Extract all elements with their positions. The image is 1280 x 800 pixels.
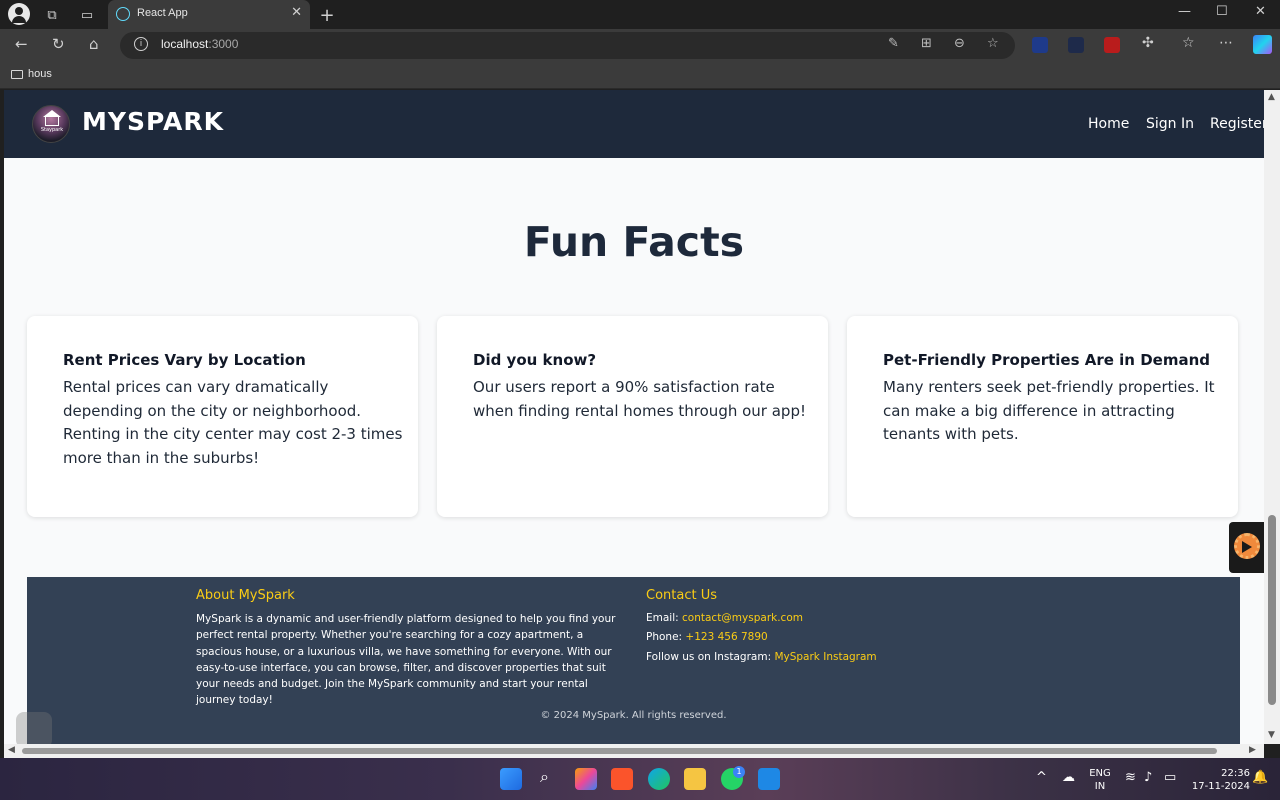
notification-bell-icon[interactable]: 🔔 [1252,770,1268,785]
search-icon[interactable]: ⌕ [540,767,549,787]
tab-title: React App [137,7,188,19]
copilot-icon[interactable] [1253,35,1272,54]
pen-icon[interactable]: ✎ [888,36,899,51]
workspaces-icon[interactable]: ⧉ [41,4,63,26]
browser-tab[interactable]: React App ✕ [108,0,310,29]
chevron-up-icon[interactable]: ^ [1036,770,1047,785]
folder-icon [11,70,23,79]
scroll-right-icon[interactable]: ▶ [1249,745,1256,755]
site-header: Staypark MYSPARK Home Sign In Register [4,90,1264,158]
tab-actions-icon[interactable]: ▭ [76,4,98,26]
scroll-up-icon[interactable]: ▲ [1268,92,1275,102]
site-footer: About MySpark MySpark is a dynamic and u… [27,577,1240,744]
scroll-left-icon[interactable]: ◀ [8,745,15,755]
side-widget-icon[interactable] [16,712,52,748]
address-text: localhost:3000 [161,37,239,51]
contact-heading: Contact Us [646,588,717,603]
close-window-icon[interactable]: ✕ [1255,4,1266,19]
wifi-icon[interactable]: ≋ [1125,770,1136,785]
clock-time[interactable]: 22:36 [1188,768,1250,779]
site-info-icon[interactable]: i [134,37,148,51]
address-bar[interactable]: i localhost:3000 ✎ ⊞ ⊖ ☆ [120,32,1015,59]
copilot-taskbar-icon[interactable] [575,768,597,790]
language-code[interactable]: ENG [1088,768,1112,779]
fact-card-title: Pet-Friendly Properties Are in Demand [883,351,1210,369]
nav-sign-in-link[interactable]: Sign In [1146,116,1194,132]
fact-card-text: Rental prices can vary dramatically depe… [63,378,403,467]
region-code[interactable]: IN [1088,781,1112,792]
fact-card-text: Our users report a 90% satisfaction rate… [473,378,806,420]
site-logo[interactable]: Staypark [32,105,70,143]
house-icon [45,116,59,126]
scroll-down-icon[interactable]: ▼ [1268,730,1275,740]
nav-register-link[interactable]: Register [1210,116,1264,132]
phone-link[interactable]: +123 456 7890 [685,631,767,643]
horizontal-scroll-thumb[interactable] [22,748,1217,754]
browser-toolbar: ← ↻ ⌂ i localhost:3000 ✎ ⊞ ⊖ ☆ ✣ ☆ ⋯ [0,29,1280,62]
extension-3-icon[interactable] [1104,37,1120,53]
edge-icon[interactable] [648,768,670,790]
nav-home-link[interactable]: Home [1088,116,1129,132]
about-text: MySpark is a dynamic and user-friendly p… [196,613,616,707]
logo-text: Staypark [40,127,64,133]
windows-taskbar: ⌕ 1 ^ ☁ ENG IN ≋ ♪ ▭ 22:36 17-11-2024 🔔 [0,758,1280,800]
contact-phone: Phone: +123 456 7890 [646,631,768,643]
back-icon[interactable]: ← [15,35,28,53]
fact-card-text: Many renters seek pet-friendly propertie… [883,378,1215,443]
brave-icon[interactable] [611,768,633,790]
network-status-icon[interactable]: ☁ [1062,770,1075,785]
reload-icon[interactable]: ↻ [52,35,65,53]
contact-instagram: Follow us on Instagram: MySpark Instagra… [646,651,877,663]
about-heading: About MySpark [196,588,295,603]
extensions-puzzle-icon[interactable]: ✣ [1142,35,1154,51]
bookmark-folder-hous[interactable]: hous [28,68,52,80]
clock-date[interactable]: 17-11-2024 [1188,781,1250,792]
play-icon [1242,541,1252,553]
email-link[interactable]: contact@myspark.com [682,612,803,624]
bookmarks-bar: hous [0,62,1280,89]
floating-widget-button[interactable] [1229,522,1267,573]
vscode-icon[interactable] [758,768,780,790]
vertical-scrollbar[interactable]: ▲ ▼ [1264,90,1280,744]
volume-icon[interactable]: ♪ [1144,770,1152,785]
brand-name[interactable]: MYSPARK [82,107,224,136]
new-tab-icon[interactable]: + [316,4,338,26]
copyright: © 2024 MySpark. All rights reserved. [540,710,727,721]
windows-start-icon[interactable] [500,768,522,790]
favorite-star-icon[interactable]: ☆ [987,36,999,51]
app-available-icon[interactable]: ⊞ [921,36,932,51]
react-favicon-icon [116,7,130,21]
close-tab-icon[interactable]: ✕ [291,5,302,20]
vertical-scroll-thumb[interactable] [1268,515,1276,705]
browser-tab-bar: ⧉ ▭ React App ✕ + — ☐ ✕ [0,0,1280,29]
zoom-icon[interactable]: ⊖ [954,36,965,51]
contact-email: Email: contact@myspark.com [646,612,803,624]
extension-1-icon[interactable] [1032,37,1048,53]
whatsapp-badge: 1 [733,766,745,778]
instagram-link[interactable]: MySpark Instagram [774,651,876,663]
minimize-icon[interactable]: — [1178,4,1191,19]
page-title: Fun Facts [523,218,745,266]
home-icon[interactable]: ⌂ [89,35,99,53]
fact-card: Did you know? Our users report a 90% sat… [437,316,828,517]
page-viewport: Staypark MYSPARK Home Sign In Register F… [4,90,1264,744]
fact-card-title: Did you know? [473,351,597,369]
horizontal-scrollbar[interactable]: ◀ ▶ [4,744,1264,758]
extension-2-icon[interactable] [1068,37,1084,53]
fact-card: Rent Prices Vary by Location Rental pric… [27,316,418,517]
fact-card: Pet-Friendly Properties Are in Demand Ma… [847,316,1238,517]
profile-icon[interactable] [8,3,30,25]
fact-card-title: Rent Prices Vary by Location [63,351,306,369]
battery-icon[interactable]: ▭ [1164,770,1176,785]
maximize-icon[interactable]: ☐ [1216,4,1228,19]
more-menu-icon[interactable]: ⋯ [1219,35,1233,51]
favorites-icon[interactable]: ☆ [1182,35,1195,51]
file-explorer-icon[interactable] [684,768,706,790]
